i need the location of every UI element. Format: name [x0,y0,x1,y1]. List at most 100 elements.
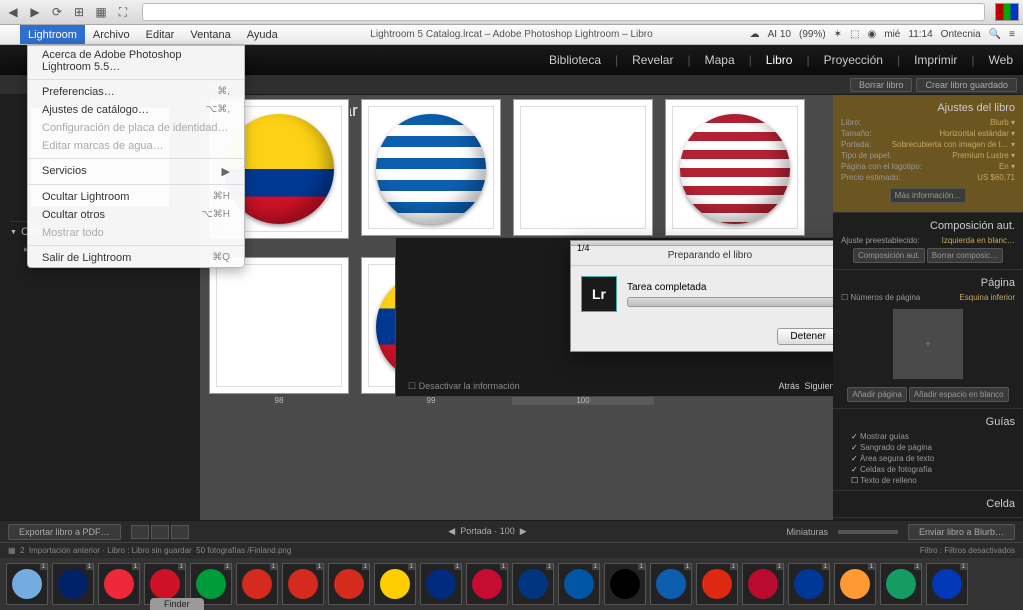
filmstrip-thumb[interactable]: 1 [834,563,876,605]
module-libro[interactable]: Libro [766,53,793,67]
filmstrip-thumb[interactable]: 1 [788,563,830,605]
page-thumb[interactable]: 95 [360,99,502,247]
filmstrip-thumb[interactable]: 1 [466,563,508,605]
wifi-icon[interactable]: ◉ [868,29,877,40]
filmstrip-thumb[interactable]: 1 [420,563,462,605]
path-book[interactable]: Libro : Libro sin guardar [107,546,192,555]
next-button[interactable]: Siguiente [804,381,833,391]
back-button[interactable]: Atrás [778,381,799,391]
menu-preferences[interactable]: Preferencias…⌘, [28,83,244,101]
dropbox-icon[interactable]: ⬚ [850,29,859,40]
page-thumb[interactable]: 97 [664,99,806,247]
finder-tab[interactable]: Finder [150,598,204,610]
menu-hide-lightroom[interactable]: Ocultar Lightroom⌘H [28,188,244,206]
thumb-size-slider[interactable] [838,530,898,534]
page-title[interactable]: Página [841,274,1015,292]
auto-layout-button[interactable]: Composición aut. [853,248,925,263]
usage-badge: 1 [132,564,139,570]
module-mapa[interactable]: Mapa [705,53,735,67]
view-single[interactable] [171,525,189,539]
preset-value[interactable]: Izquierda en blanc… [942,236,1015,245]
corner-select[interactable]: Esquina inferior [959,293,1015,302]
back-icon[interactable]: ◀ [4,3,22,21]
module-revelar[interactable]: Revelar [632,53,673,67]
filmstrip-thumb[interactable]: 1 [880,563,922,605]
color-swatch[interactable] [995,3,1019,21]
show-guides-checkbox[interactable]: Mostrar guías [841,431,1015,442]
url-bar[interactable] [142,3,985,21]
menu-ventana[interactable]: Ventana [182,25,238,44]
forward-icon[interactable]: ▶ [26,3,44,21]
filmstrip-thumb[interactable]: 1 [282,563,324,605]
filmstrip-thumb[interactable]: 1 [328,563,370,605]
add-page-button[interactable]: Añadir página [847,387,906,402]
flag-icon [748,569,778,599]
clear-book-button[interactable]: Borrar libro [850,78,913,92]
view-grid[interactable] [131,525,149,539]
menu-archivo[interactable]: Archivo [85,25,138,44]
cell-title[interactable]: Celda [841,495,1015,513]
guides-title[interactable]: Guías [841,413,1015,431]
usage-badge: 1 [960,564,967,570]
second-window-icon[interactable]: 2 [20,546,24,555]
fullscreen-icon[interactable]: ⛶ [114,3,132,21]
guide-bleed[interactable]: Sangrado de página [841,442,1015,453]
module-imprimir[interactable]: Imprimir [914,53,957,67]
menu-ayuda[interactable]: Ayuda [239,25,286,44]
menu-about[interactable]: Acerca de Adobe Photoshop Lightroom 5.5… [28,46,244,76]
guides-section: Guías Mostrar guías Sangrado de página Á… [833,409,1023,491]
clear-layout-button[interactable]: Borrar composic… [927,248,1003,263]
reload-icon[interactable]: ⟳ [48,3,66,21]
windows-icon[interactable]: ⊞ [70,3,88,21]
export-pdf-button[interactable]: Exportar libro a PDF… [8,524,121,540]
view-spread[interactable] [151,525,169,539]
cell-section: Celda [833,491,1023,518]
filter-value[interactable]: Filtros desactivados [944,546,1015,555]
send-to-blurb-button[interactable]: Enviar libro a Blurb… [908,524,1015,540]
filmstrip-thumb[interactable]: 1 [512,563,554,605]
cloud-icon[interactable]: ☁ [750,29,760,40]
stop-button[interactable]: Detener [777,328,833,345]
filmstrip-thumb[interactable]: 1 [374,563,416,605]
page-nav[interactable]: ◀ Portada · 100 ▶ [189,526,787,537]
page-layout-preview[interactable]: + [893,309,963,379]
notifications-icon[interactable]: ≡ [1009,29,1015,40]
page-thumb[interactable]: 96 [512,99,654,247]
page-numbers-checkbox[interactable]: ☐ Números de página [841,293,920,302]
module-proyeccion[interactable]: Proyección [824,53,883,67]
filmstrip-thumb[interactable]: 1 [558,563,600,605]
guide-text-safe[interactable]: Área segura de texto [841,453,1015,464]
auto-layout-title[interactable]: Composición aut. [841,217,1015,235]
menu-quit[interactable]: Salir de Lightroom⌘Q [28,249,244,267]
filmstrip-thumb[interactable]: 1 [52,563,94,605]
menu-editar[interactable]: Editar [138,25,183,44]
filmstrip-thumb[interactable]: 1 [604,563,646,605]
filmstrip-thumb[interactable]: 1 [742,563,784,605]
page-thumb[interactable]: 98 [208,257,350,405]
disable-info-checkbox[interactable]: ☐ Desactivar la información [408,381,520,392]
create-saved-book-button[interactable]: Crear libro guardado [916,78,1017,92]
guide-filler-text[interactable]: Texto de relleno [841,475,1015,486]
module-web[interactable]: Web [989,53,1013,67]
filmstrip-thumb[interactable]: 1 [650,563,692,605]
spotlight-icon[interactable]: 🔍 [989,29,1001,40]
menu-catalog-settings[interactable]: Ajustes de catálogo…⌥⌘, [28,101,244,119]
path-import[interactable]: Importación anterior [29,546,100,555]
evernote-icon[interactable]: ✶ [834,29,842,40]
apps-icon[interactable]: ▦ [92,3,110,21]
more-info-button[interactable]: Más información… [890,188,967,203]
menu-services[interactable]: Servicios▶ [28,162,244,181]
filmstrip-thumb[interactable]: 1 [236,563,278,605]
filmstrip-thumb[interactable]: 1 [98,563,140,605]
grid-toggle-icon[interactable]: ▦ [8,546,16,555]
book-settings-title[interactable]: Ajustes del libro [841,99,1015,117]
menu-hide-others[interactable]: Ocultar otros⌥⌘H [28,206,244,224]
filmstrip-thumb[interactable]: 1 [696,563,738,605]
filmstrip-thumb[interactable]: 1 [6,563,48,605]
flag-icon [680,114,790,224]
filmstrip-thumb[interactable]: 1 [926,563,968,605]
add-blank-button[interactable]: Añadir espacio en blanco [909,387,1009,402]
menu-lightroom[interactable]: Lightroom [20,25,85,44]
guide-photo-cells[interactable]: Celdas de fotografía [841,464,1015,475]
module-biblioteca[interactable]: Biblioteca [549,53,601,67]
